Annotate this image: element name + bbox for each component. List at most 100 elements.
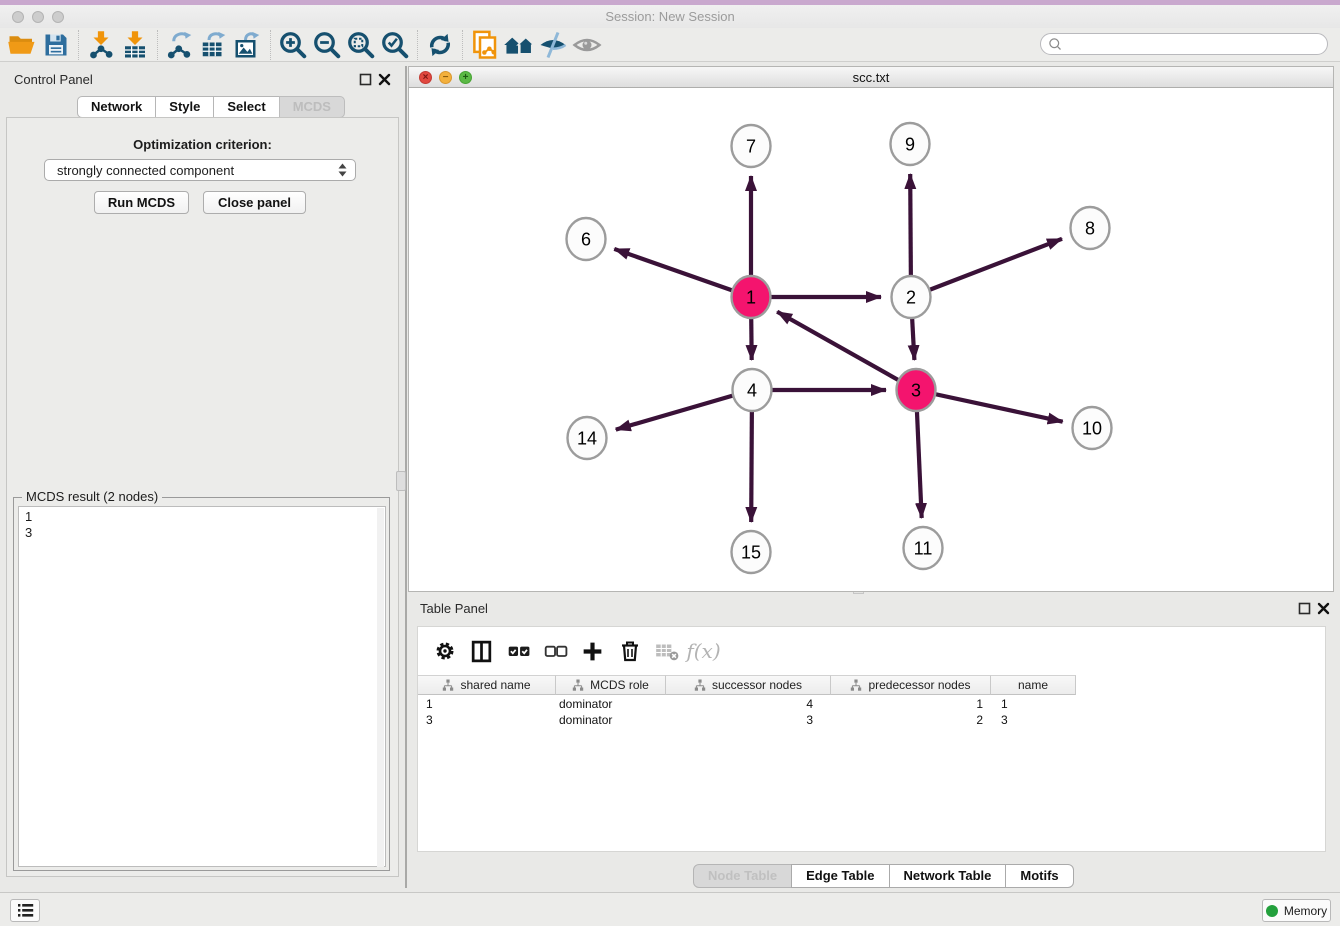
export-table-icon: [199, 30, 229, 60]
mcds-result-text[interactable]: 1 3: [18, 506, 386, 867]
table-cell[interactable]: 1: [991, 696, 1076, 712]
edge-3-10[interactable]: [916, 390, 1063, 422]
column-header-0[interactable]: shared name: [418, 675, 556, 695]
refresh-icon: [426, 31, 454, 59]
result-line: 1: [25, 509, 385, 525]
table-cell[interactable]: 2: [831, 712, 991, 728]
close-table-panel-icon[interactable]: [1317, 602, 1330, 615]
create-column-button[interactable]: [463, 633, 500, 669]
table-header-row: shared name MCDS role successor nodesprede…: [418, 675, 1076, 695]
table-cell[interactable]: 4: [666, 696, 831, 712]
table-cell[interactable]: 1: [831, 696, 991, 712]
open-session-button[interactable]: [5, 29, 39, 61]
task-history-button[interactable]: [10, 899, 40, 922]
table-cell[interactable]: dominator: [556, 696, 666, 712]
export-table-button[interactable]: [197, 29, 231, 61]
save-session-button[interactable]: [39, 29, 73, 61]
edge-2-8[interactable]: [911, 239, 1062, 297]
minimize-window-button[interactable]: [32, 11, 44, 23]
copy-network-button[interactable]: [468, 29, 502, 61]
zoom-out-button[interactable]: [310, 29, 344, 61]
column-label: MCDS role: [590, 678, 649, 692]
tab-network[interactable]: Network: [77, 96, 156, 118]
table-row[interactable]: 3dominator323: [418, 712, 1076, 728]
export-image-button[interactable]: [231, 29, 265, 61]
checked-boxes-icon: [506, 638, 532, 664]
column-header-4[interactable]: name: [991, 675, 1076, 695]
network-window-titlebar[interactable]: × − + scc.txt: [408, 66, 1334, 88]
task-list-icon: [17, 903, 34, 918]
tab-style[interactable]: Style: [155, 96, 214, 118]
zoom-selected-button[interactable]: [378, 29, 412, 61]
delete-table-icon: [654, 638, 680, 664]
network-maximize-button[interactable]: +: [459, 71, 472, 84]
import-network-icon: [86, 30, 116, 60]
select-all-rows-button[interactable]: [500, 633, 537, 669]
close-window-button[interactable]: [12, 11, 24, 23]
criterion-dropdown[interactable]: strongly connected component: [44, 159, 356, 181]
search-input[interactable]: [1063, 36, 1327, 52]
memory-button[interactable]: Memory: [1262, 899, 1331, 922]
eye-slash-icon: [538, 30, 568, 60]
birds-eye-view-button[interactable]: [502, 29, 536, 61]
import-table-icon: [120, 30, 150, 60]
column-edit-icon: [572, 679, 584, 691]
deselect-all-rows-button[interactable]: [537, 633, 574, 669]
float-table-panel-icon[interactable]: [1298, 602, 1311, 615]
toolbar-separator: [270, 30, 271, 60]
result-scrollbar[interactable]: [377, 508, 384, 867]
network-minimize-button[interactable]: −: [439, 71, 452, 84]
zoom-fit-icon: [346, 30, 376, 60]
tab-mcds[interactable]: MCDS: [279, 96, 345, 118]
zoom-window-button[interactable]: [52, 11, 64, 23]
column-header-2[interactable]: successor nodes: [666, 675, 831, 695]
table-row[interactable]: 1dominator411: [418, 696, 1076, 712]
edge-1-6[interactable]: [614, 249, 751, 297]
zoom-in-button[interactable]: [276, 29, 310, 61]
export-network-button[interactable]: [163, 29, 197, 61]
tab-edge-table[interactable]: Edge Table: [791, 864, 889, 888]
apply-layout-button[interactable]: [423, 29, 457, 61]
function-builder-button: f(x): [685, 633, 722, 669]
search-icon: [1048, 37, 1063, 52]
table-cell[interactable]: 3: [418, 712, 556, 728]
node-label-11: 11: [914, 539, 933, 559]
control-panel-header: Control Panel: [0, 68, 405, 94]
status-bar: Memory: [0, 892, 1340, 926]
close-panel-button[interactable]: Close panel: [203, 191, 306, 214]
table-cell[interactable]: 1: [418, 696, 556, 712]
tab-node-table[interactable]: Node Table: [693, 864, 792, 888]
hide-panels-button[interactable]: [536, 29, 570, 61]
node-label-8: 8: [1085, 219, 1095, 239]
delete-column-button[interactable]: [611, 633, 648, 669]
application-window: Session: New Session: [0, 0, 1340, 926]
zoom-fit-button[interactable]: [344, 29, 378, 61]
table-cell[interactable]: dominator: [556, 712, 666, 728]
column-header-1[interactable]: MCDS role: [556, 675, 666, 695]
table-cell[interactable]: 3: [666, 712, 831, 728]
column-header-3[interactable]: predecessor nodes: [831, 675, 991, 695]
vertical-splitter-handle[interactable]: [396, 471, 406, 491]
add-row-button[interactable]: [574, 633, 611, 669]
float-panel-icon[interactable]: [359, 73, 372, 86]
network-canvas[interactable]: 1234678910111415: [408, 88, 1334, 592]
zoom-in-icon: [278, 30, 308, 60]
tab-network-table[interactable]: Network Table: [889, 864, 1007, 888]
criterion-value: strongly connected component: [57, 163, 336, 178]
search-box[interactable]: [1040, 33, 1328, 55]
table-cell[interactable]: 3: [991, 712, 1076, 728]
network-graph[interactable]: 1234678910111415: [409, 88, 1333, 590]
close-panel-icon[interactable]: [378, 73, 391, 86]
edge-4-14[interactable]: [616, 390, 752, 430]
plus-icon: [580, 639, 605, 664]
tab-select[interactable]: Select: [213, 96, 279, 118]
edge-3-1[interactable]: [777, 312, 916, 390]
zoom-selected-icon: [380, 30, 410, 60]
import-network-button[interactable]: [84, 29, 118, 61]
optimization-criterion-label: Optimization criterion:: [0, 137, 405, 152]
table-settings-button[interactable]: [426, 633, 463, 669]
import-table-button[interactable]: [118, 29, 152, 61]
run-mcds-button[interactable]: Run MCDS: [94, 191, 189, 214]
tab-motifs[interactable]: Motifs: [1005, 864, 1073, 888]
network-close-button[interactable]: ×: [419, 71, 432, 84]
